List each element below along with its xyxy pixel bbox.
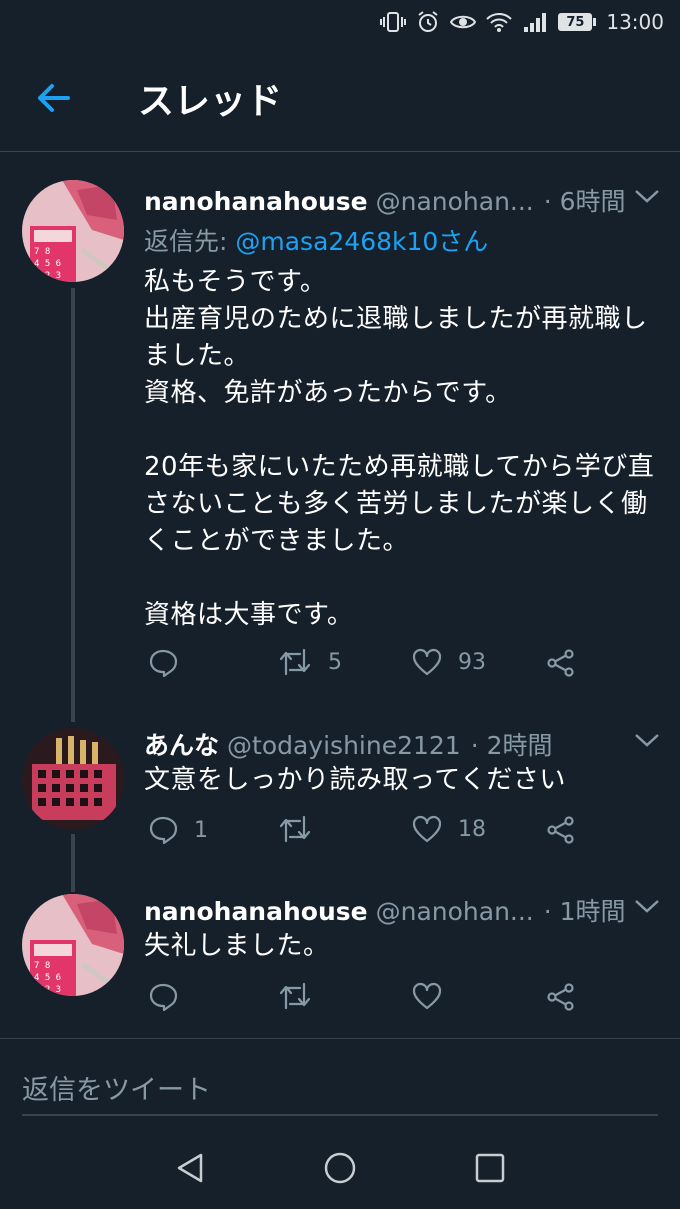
reply-count: 1 <box>194 817 208 843</box>
triangle-back-icon <box>177 1153 203 1182</box>
square-recents-icon <box>475 1153 505 1182</box>
retweet-count: 5 <box>328 649 342 675</box>
retweet-button[interactable]: 5 <box>278 648 342 676</box>
avatar[interactable]: 7 8 4 5 6 1 2 3 <box>22 180 124 282</box>
svg-text:7 8: 7 8 <box>34 961 50 971</box>
reply-button[interactable] <box>148 648 194 678</box>
share-icon <box>547 649 574 677</box>
retweet-icon <box>279 982 311 1010</box>
divider <box>0 1038 680 1039</box>
battery-icon: 75 <box>558 13 597 31</box>
reply-context: 返信先: @masa2468k10さん <box>144 222 660 258</box>
retweet-button[interactable] <box>278 982 328 1010</box>
display-name[interactable]: あんな <box>144 726 219 762</box>
heart-icon <box>412 982 442 1010</box>
share-button[interactable] <box>546 982 576 1012</box>
svg-text:1 2 3: 1 2 3 <box>34 985 61 995</box>
reply-prefix: 返信先: <box>144 227 236 256</box>
tweet-actions: 5 93 <box>144 648 584 688</box>
like-button[interactable] <box>412 982 458 1010</box>
chevron-down-icon <box>635 734 659 747</box>
svg-text:4 5 6: 4 5 6 <box>34 259 61 269</box>
battery-level: 75 <box>558 13 593 31</box>
user-handle[interactable]: @todayishine2121 <box>227 731 461 760</box>
heart-icon <box>412 648 442 676</box>
tweet-text: 私もそうです。 出産育児のために退職しましたが再就職しました。 資格、免許があっ… <box>144 267 655 630</box>
reply-icon <box>149 983 178 1012</box>
tweet-menu-button[interactable] <box>634 188 660 208</box>
status-bar: 75 13:00 <box>0 0 680 44</box>
clock: 13:00 <box>606 10 664 34</box>
like-count: 18 <box>458 816 486 842</box>
share-button[interactable] <box>546 648 576 678</box>
reply-button[interactable]: 1 <box>148 815 208 845</box>
display-name[interactable]: nanohanahouse <box>144 187 368 216</box>
like-button[interactable]: 93 <box>412 648 486 676</box>
tweet-menu-button[interactable] <box>634 898 660 918</box>
reply-compose-input[interactable]: 返信をツイート <box>22 1060 658 1116</box>
mention-link[interactable]: @masa2468k10さん <box>235 227 488 256</box>
reply-button[interactable] <box>148 982 194 1012</box>
timestamp: · 2時間 <box>470 731 553 760</box>
system-nav-bar <box>0 1126 680 1209</box>
avatar[interactable] <box>22 728 124 830</box>
svg-text:7 8: 7 8 <box>34 247 50 257</box>
signal-icon <box>522 11 548 33</box>
svg-text:4 5 6: 4 5 6 <box>34 973 61 983</box>
user-handle[interactable]: @nanohan... <box>376 187 534 216</box>
tweet-text: 文意をしっかり読み取ってください <box>144 765 566 795</box>
tweet-header: あんな @todayishine2121 · 2時間 <box>144 726 660 762</box>
heart-icon <box>412 815 442 843</box>
tweet-body: nanohanahouse @nanohan... · 6時間 返信先: @ma… <box>144 182 660 634</box>
tweet-body: nanohanahouse @nanohan... · 1時間 失礼しました。 <box>144 892 660 965</box>
retweet-icon <box>279 815 311 843</box>
reply-icon <box>149 649 178 678</box>
retweet-button[interactable] <box>278 815 328 843</box>
timestamp: · 1時間 <box>543 897 626 926</box>
tweet-header: nanohanahouse @nanohan... · 6時間 <box>144 182 660 218</box>
display-name[interactable]: nanohanahouse <box>144 897 368 926</box>
avatar[interactable]: 7 8 4 5 6 1 2 3 <box>22 894 124 996</box>
tweet-header: nanohanahouse @nanohan... · 1時間 <box>144 892 660 928</box>
like-count: 93 <box>458 649 486 675</box>
back-arrow-icon <box>38 83 70 112</box>
page-title: スレッド <box>138 80 283 122</box>
timestamp: · 6時間 <box>543 187 626 216</box>
wifi-icon <box>486 11 513 33</box>
reply-icon <box>149 816 178 845</box>
compose-placeholder: 返信をツイート <box>22 1074 211 1106</box>
share-icon <box>547 983 574 1011</box>
eye-icon <box>450 12 477 32</box>
tweet-text: 失礼しました。 <box>144 931 330 961</box>
tweet-actions <box>144 982 584 1022</box>
chevron-down-icon <box>635 900 659 913</box>
circle-home-icon <box>324 1152 356 1183</box>
app-bar: スレッド <box>0 44 680 152</box>
svg-text:1 2 3: 1 2 3 <box>34 271 61 281</box>
back-button[interactable] <box>0 44 106 152</box>
nav-recents-button[interactable] <box>460 1138 520 1198</box>
tweet-body: あんな @todayishine2121 · 2時間 文意をしっかり読み取ってく… <box>144 726 660 799</box>
tweet[interactable]: あんな @todayishine2121 · 2時間 文意をしっかり読み取ってく… <box>0 728 680 878</box>
retweet-icon <box>279 648 311 676</box>
share-button[interactable] <box>546 815 576 845</box>
tweet-menu-button[interactable] <box>634 732 660 752</box>
nav-back-button[interactable] <box>160 1138 220 1198</box>
chevron-down-icon <box>635 190 659 203</box>
nav-home-button[interactable] <box>310 1138 370 1198</box>
alarm-icon <box>416 10 440 34</box>
tweet-actions: 1 18 <box>144 815 584 855</box>
vibrate-icon <box>380 11 407 33</box>
share-icon <box>547 816 574 844</box>
like-button[interactable]: 18 <box>412 815 486 843</box>
user-handle[interactable]: @nanohan... <box>376 897 534 926</box>
tweet[interactable]: 7 8 4 5 6 1 2 3 nanohanahouse @nanohan... … <box>0 180 680 710</box>
